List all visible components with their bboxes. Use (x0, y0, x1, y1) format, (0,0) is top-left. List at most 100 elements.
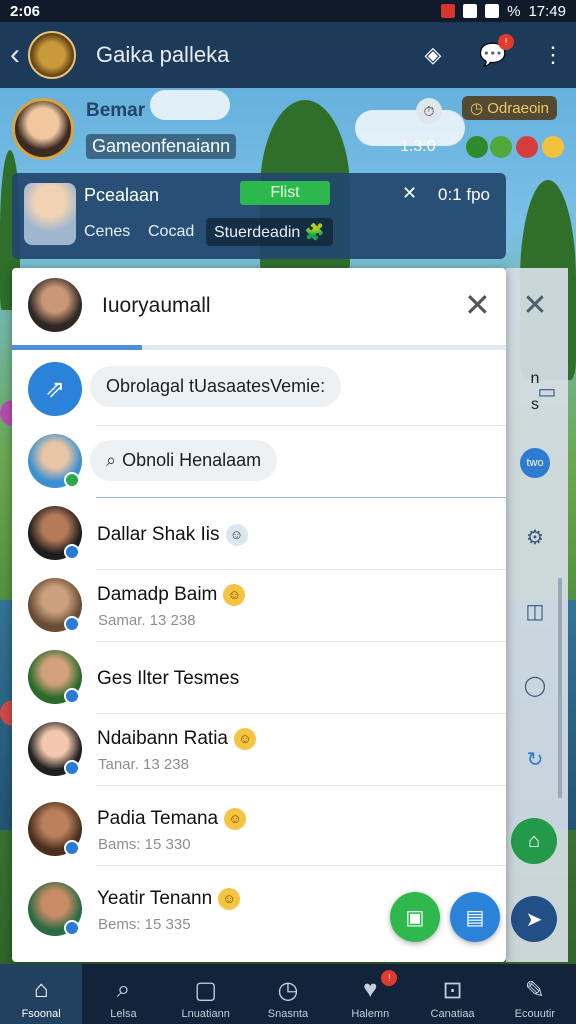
profile-tag-label: Odraeoin (487, 100, 549, 117)
smile-icon (542, 136, 564, 158)
list-item[interactable]: Ndaibann Ratia ☺ Tanar. 13 238 (12, 714, 506, 786)
side-close-icon[interactable]: ✕ (520, 289, 550, 322)
nav-home[interactable]: ⌂ Fsoonal (0, 964, 83, 1024)
bottom-nav: ⌂ Fsoonal ⌕ Lelsa ▢ Lnuatiann ◷ Snasnta ♥ Hal… (0, 964, 576, 1024)
share-icon[interactable]: ◈ (420, 42, 446, 68)
smile-emoji-icon: ☺ (218, 888, 241, 910)
search-bubble[interactable]: ⌕ Obnoli Henalaam (90, 440, 278, 481)
apple-icon (466, 136, 488, 158)
search-icon: ⌕ (106, 450, 117, 470)
profile-avatar[interactable] (12, 98, 74, 160)
link-icon[interactable]: ↻ (520, 744, 550, 774)
verified-badge (64, 616, 80, 632)
contact-sub: Tanar. 13 238 (98, 756, 189, 773)
close-icon[interactable]: ✕ (402, 183, 417, 204)
profile-subtitle: Gameonfenaiann (86, 134, 237, 159)
nav-label: Halemn (351, 1008, 390, 1020)
contact-name: Padia Temana ☺ (97, 808, 247, 830)
search-row[interactable]: ⌕ Obnoli Henalaam (12, 426, 506, 498)
chat-icon[interactable]: 💬! (479, 34, 514, 68)
contact-name: Ges Ilter Tesmes (97, 668, 240, 689)
side-badge[interactable]: two (520, 448, 550, 478)
green-action-button[interactable]: ▣ (390, 892, 440, 942)
nav-label: Snasnta (267, 1008, 309, 1020)
smile-emoji-icon: ☺ (233, 728, 256, 750)
profile-time: 1.3:0 (400, 138, 436, 155)
nav-label: Lelsa (110, 1008, 137, 1020)
panel-title: Iuoryaumall (102, 294, 211, 317)
profile-tag[interactable]: ◷ Odraeoin (462, 96, 557, 120)
blue-action-button[interactable]: ▤ (450, 892, 500, 942)
chip-stuerdeadin-label: Stuerdeadin (214, 224, 301, 241)
heart-icon: ♥ (363, 976, 378, 1003)
app-bar: ‹ Gaika palleka ◈ 💬! ⋮ (0, 22, 576, 88)
nav-label: Ecouutir (514, 1008, 555, 1020)
info-count: 0:1 fpo (438, 185, 490, 204)
list-item[interactable]: Padia Temana ☺ Bams: 15 330 (12, 794, 506, 866)
toggle-icon[interactable]: ▭ (532, 376, 562, 406)
signal-icon (485, 4, 500, 18)
panel-avatar (28, 278, 82, 332)
side-scrollbar[interactable] (558, 578, 562, 798)
home-icon: ⌂ (33, 976, 49, 1003)
side-blue-button[interactable]: ➤ (511, 896, 557, 942)
chip-cenes[interactable]: Cenes (84, 223, 130, 241)
nav-clock[interactable]: ◷ Snasnta (247, 964, 329, 1024)
clock-icon: ◷ (277, 977, 299, 1004)
comment-icon[interactable]: ◯ (520, 670, 550, 700)
list-item[interactable]: Ges Ilter Tesmes (12, 642, 506, 714)
side-green-button[interactable]: ⌂ (511, 818, 557, 864)
fruit-icon (516, 136, 538, 158)
app-title: Gaika palleka (96, 42, 230, 67)
list-item[interactable]: Damadp Baim ☺ Samar. 13 238 (12, 570, 506, 642)
battery-percent: % (507, 2, 521, 20)
verified-badge (64, 840, 80, 856)
notification-icon (441, 4, 456, 18)
profile-row: Bemar Gameonfenaiann ⏱ ◷ Odraeoin 1.3:0 (0, 90, 576, 170)
filter-pill[interactable]: Flist (240, 181, 330, 205)
tag-icon[interactable]: ◫ (520, 596, 550, 626)
share-link-icon: ⇗ (28, 362, 82, 416)
more-vertical-icon[interactable]: ⋮ (540, 42, 566, 68)
contact-name: Yeatir Tenann ☺ (97, 888, 241, 910)
contact-sub: Samar. 13 238 (98, 612, 196, 629)
list-item[interactable]: Dallar Shak Iis ☺ (12, 498, 506, 570)
app-logo (28, 31, 76, 79)
back-arrow-icon[interactable]: ‹ (10, 38, 28, 72)
nav-frame[interactable]: ⊡ Canatiaa (411, 964, 493, 1024)
leaf-icon (490, 136, 512, 158)
verified-badge (64, 544, 80, 560)
nav-bag[interactable]: ▢ Lnuatiann (165, 964, 247, 1024)
settings-icon[interactable]: ⚙ (520, 522, 550, 552)
nav-badge: ! (381, 970, 398, 986)
emoji-icon: ☺ (225, 524, 248, 546)
nav-label: Lnuatiann (181, 1008, 230, 1020)
panel-header: Iuoryaumall ✕ (12, 268, 506, 350)
contact-sub: Bems: 15 335 (98, 916, 191, 933)
share-row[interactable]: ⇗ Obrolagal tUasaatesVemie: (12, 354, 506, 426)
smile-emoji-icon: ☺ (224, 808, 247, 830)
panel-close-icon[interactable]: ✕ (464, 286, 491, 324)
nav-edit[interactable]: ✎ Ecouutir (494, 964, 576, 1024)
verified-badge (64, 688, 80, 704)
frame-icon: ⊡ (442, 977, 463, 1004)
nav-heart[interactable]: ♥ Halemn! (329, 964, 411, 1024)
character-avatar (24, 183, 76, 245)
edit-icon: ✎ (524, 977, 545, 1004)
nav-label: Fsoonal (21, 1008, 61, 1020)
chip-cocad[interactable]: Cocad (148, 223, 194, 241)
nav-search[interactable]: ⌕ Lelsa (82, 964, 164, 1024)
share-panel: Iuoryaumall ✕ ⇗ Obrolagal tUasaatesVemie… (12, 268, 506, 962)
info-card: Pcealaan Flist ✕ 0:1 fpo Cenes Cocad Stu… (12, 173, 506, 259)
verified-badge (64, 760, 80, 776)
chip-stuerdeadin[interactable]: Stuerdeadin 🧩 (206, 218, 333, 246)
nav-label: Canatiaa (430, 1008, 475, 1020)
contact-name: Dallar Shak Iis ☺ (97, 524, 248, 546)
status-time-left: 2:06 (10, 2, 41, 20)
chat-badge: ! (498, 34, 514, 50)
smile-emoji-icon: ☺ (223, 584, 246, 606)
status-bar: 2:06 % 17:49 (0, 0, 576, 22)
search-bubble-label: Obnoli Henalaam (122, 450, 262, 470)
bag-icon: ▢ (194, 977, 218, 1004)
info-title: Pcealaan (84, 185, 160, 205)
